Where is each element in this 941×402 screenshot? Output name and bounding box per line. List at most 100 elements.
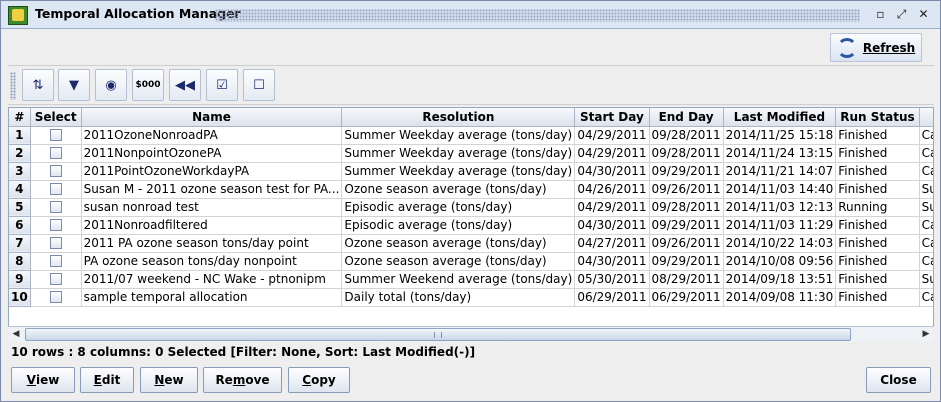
name-cell: 2011OzoneNonroadPA [81, 126, 343, 145]
table-row[interactable]: 10 sample temporal allocation Daily tota… [9, 288, 933, 307]
scroll-left-icon[interactable]: ◀ [8, 327, 24, 342]
select-all-button[interactable]: ☑ [206, 69, 238, 101]
edit-button[interactable]: Edit [80, 367, 134, 393]
horizontal-scrollbar[interactable]: ◀ ▶ [8, 326, 934, 342]
last-modified-cell: 2014/11/21 14:07 [723, 162, 837, 181]
end-day-cell: 09/26/2011 [649, 180, 724, 199]
close-window-icon[interactable]: ✕ [916, 7, 931, 22]
name-cell: susan nonroad test [81, 198, 343, 217]
run-status-cell: Running [835, 198, 920, 217]
select-checkbox[interactable] [49, 182, 62, 195]
refresh-button[interactable]: Refresh [830, 33, 922, 62]
start-day-cell: 06/29/2011 [574, 288, 650, 307]
select-checkbox[interactable] [49, 254, 62, 267]
name-cell: Susan M - 2011 ozone season test for PA.… [81, 180, 343, 199]
select-cell [30, 180, 82, 199]
clear-selection-button[interactable]: ☐ [243, 69, 275, 101]
maximize-icon[interactable]: ⤢ [894, 7, 909, 22]
eye-icon: ◉ [105, 77, 117, 93]
select-checkbox[interactable] [49, 200, 62, 213]
creator-cell: Carrie E [919, 216, 933, 235]
column-header-number[interactable]: # [9, 108, 31, 127]
edit-label: dit [101, 373, 121, 387]
filter-button[interactable]: ▼ [58, 69, 90, 101]
title-bar[interactable]: Temporal Allocation Manager ▫ ⤢ ✕ [1, 1, 940, 29]
column-header-resolution[interactable]: Resolution [341, 108, 576, 127]
table-row[interactable]: 5 susan nonroad test Episodic average (t… [9, 198, 933, 217]
rewind-icon: ◀◀ [175, 77, 195, 93]
column-sort-button[interactable]: ⇅ [22, 69, 54, 101]
run-status-cell: Finished [835, 288, 920, 307]
last-modified-cell: 2014/11/03 14:40 [723, 180, 837, 199]
creator-cell: Carrie E [919, 234, 933, 253]
creator-cell: Susan M [919, 198, 933, 217]
end-day-cell: 09/29/2011 [649, 216, 724, 235]
table-row[interactable]: 8 PA ozone season tons/day nonpoint Ozon… [9, 252, 933, 271]
row-number: 4 [9, 180, 31, 199]
resolution-cell: Episodic average (tons/day) [341, 216, 576, 235]
creator-cell: Carrie E [919, 126, 933, 145]
select-checkbox[interactable] [49, 218, 62, 231]
table-row[interactable]: 6 2011Nonroadfiltered Episodic average (… [9, 216, 933, 235]
start-day-cell: 04/29/2011 [574, 198, 650, 217]
column-header-start-day[interactable]: Start Day [574, 108, 650, 127]
select-cell [30, 234, 82, 253]
select-checkbox[interactable] [49, 272, 62, 285]
close-button[interactable]: Close [866, 367, 931, 393]
status-text: 10 rows : 8 columns: 0 Selected [Filter:… [11, 345, 476, 359]
table-row[interactable]: 2 2011NonpointOzonePA Summer Weekday ave… [9, 144, 933, 163]
select-cell [30, 288, 82, 307]
creator-cell: Catherin [919, 288, 933, 307]
column-header-select[interactable]: Select [30, 108, 82, 127]
row-number: 8 [9, 252, 31, 271]
row-number: 7 [9, 234, 31, 253]
table-row[interactable]: 3 2011PointOzoneWorkdayPA Summer Weekday… [9, 162, 933, 181]
column-header-name[interactable]: Name [81, 108, 343, 127]
filter-icon: ▼ [69, 77, 79, 93]
column-header-last-modified[interactable]: Last Modified [723, 108, 837, 127]
last-modified-cell: 2014/10/08 09:56 [723, 252, 837, 271]
table-row[interactable]: 1 2011OzoneNonroadPA Summer Weekday aver… [9, 126, 933, 145]
row-number: 5 [9, 198, 31, 217]
start-day-cell: 05/30/2011 [574, 270, 650, 289]
column-header-creator[interactable]: C [919, 108, 933, 127]
select-checkbox[interactable] [49, 128, 62, 141]
select-all-icon: ☑ [216, 77, 228, 93]
resolution-cell: Summer Weekend average (tons/day) [341, 270, 576, 289]
name-cell: sample temporal allocation [81, 288, 343, 307]
resolution-cell: Ozone season average (tons/day) [341, 180, 576, 199]
row-number: 9 [9, 270, 31, 289]
column-header-end-day[interactable]: End Day [649, 108, 724, 127]
select-checkbox[interactable] [49, 290, 62, 303]
run-status-cell: Finished [835, 126, 920, 145]
select-checkbox[interactable] [49, 236, 62, 249]
name-cell: 2011NonpointOzonePA [81, 144, 343, 163]
name-cell: 2011/07 weekend - NC Wake - ptnonipm [81, 270, 343, 289]
minimize-icon[interactable]: ▫ [873, 7, 888, 22]
edit-mnemonic: E [93, 373, 102, 387]
last-modified-cell: 2014/11/03 12:13 [723, 198, 837, 217]
view-button[interactable]: View [11, 367, 75, 393]
table-row[interactable]: 4 Susan M - 2011 ozone season test for P… [9, 180, 933, 199]
temporal-allocation-manager-window: Temporal Allocation Manager ▫ ⤢ ✕ Refres… [0, 0, 941, 402]
run-status-cell: Finished [835, 144, 920, 163]
table-row[interactable]: 7 2011 PA ozone season tons/day point Oz… [9, 234, 933, 253]
select-checkbox[interactable] [49, 146, 62, 159]
remove-button[interactable]: Re m ove [203, 367, 282, 393]
number-format-button[interactable]: $000 [132, 69, 164, 101]
end-day-cell: 09/29/2011 [649, 252, 724, 271]
table-row[interactable]: 9 2011/07 weekend - NC Wake - ptnonipm S… [9, 270, 933, 289]
end-day-cell: 08/29/2011 [649, 270, 724, 289]
show-columns-button[interactable]: ◉ [95, 69, 127, 101]
reset-button[interactable]: ◀◀ [169, 69, 201, 101]
last-modified-cell: 2014/09/18 13:51 [723, 270, 837, 289]
column-header-run-status[interactable]: Run Status [835, 108, 920, 127]
copy-button[interactable]: Copy [288, 367, 350, 393]
toolbar-grip[interactable] [10, 72, 16, 100]
select-checkbox[interactable] [49, 164, 62, 177]
allocation-table[interactable]: # Select Name Resolution Start Day End D… [8, 107, 934, 342]
scroll-right-icon[interactable]: ▶ [918, 327, 934, 342]
scrollbar-thumb[interactable] [25, 328, 851, 341]
new-button[interactable]: New [140, 367, 198, 393]
resolution-cell: Summer Weekday average (tons/day) [341, 162, 576, 181]
